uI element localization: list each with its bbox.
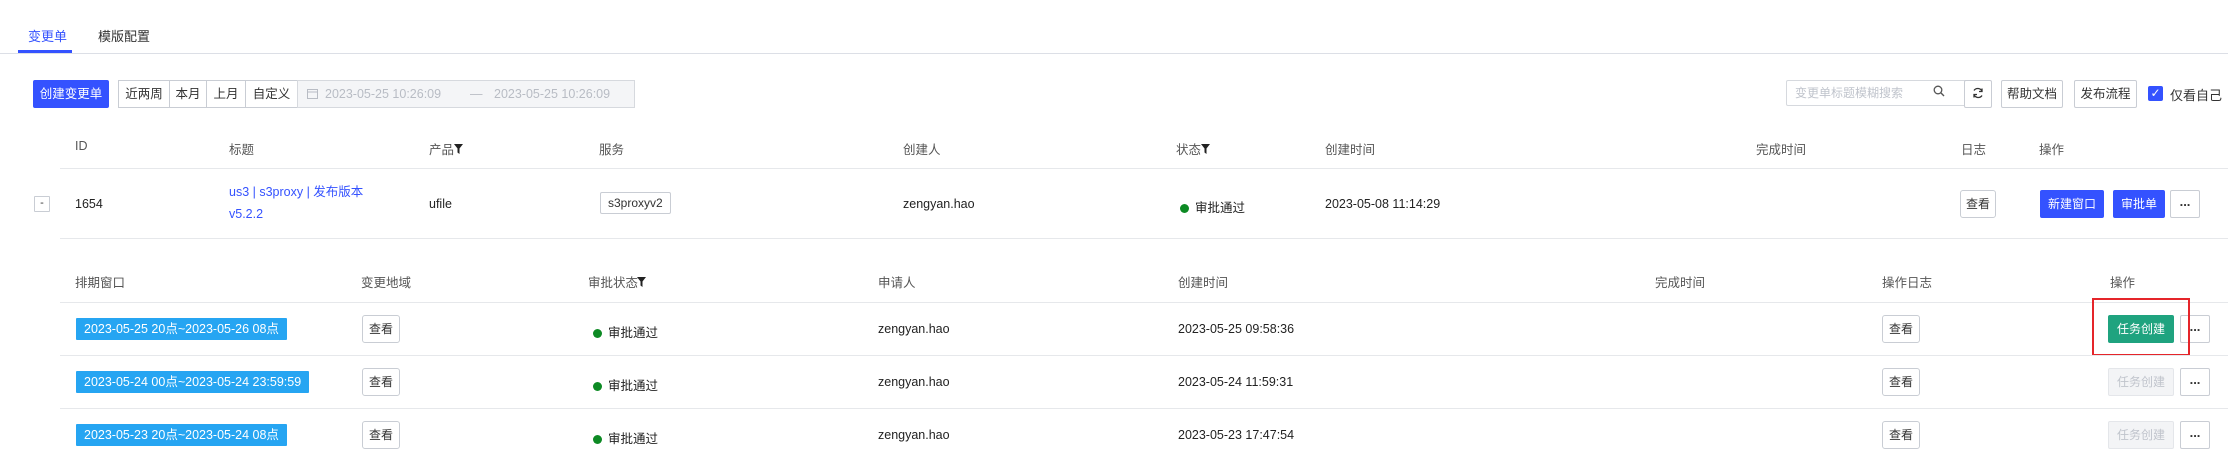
schedule-window-tag: 2023-05-25 20点~2023-05-26 08点 bbox=[76, 318, 287, 340]
active-tab-indicator bbox=[18, 50, 72, 53]
product-filter-icon[interactable] bbox=[454, 142, 463, 157]
col-status: 状态 bbox=[1176, 143, 1202, 157]
order-log-view-button[interactable]: 查看 bbox=[1960, 190, 1996, 218]
date-separator: — bbox=[470, 87, 483, 101]
tab-template-config[interactable]: 模版配置 bbox=[98, 26, 150, 45]
col-service: 服务 bbox=[599, 143, 625, 157]
sub-created-time: 2023-05-24 11:59:31 bbox=[1178, 375, 1294, 389]
highlight-box bbox=[2092, 298, 2190, 356]
order-product: ufile bbox=[429, 197, 452, 211]
col-region: 变更地域 bbox=[361, 276, 412, 290]
order-created-time: 2023-05-08 11:14:29 bbox=[1325, 197, 1441, 211]
approval-status: 审批通过 bbox=[593, 375, 658, 394]
sub-created-time: 2023-05-25 09:58:36 bbox=[1178, 322, 1295, 336]
col-created: 创建时间 bbox=[1325, 143, 1376, 157]
col-sub-finished: 完成时间 bbox=[1655, 276, 1706, 290]
approval-status: 审批通过 bbox=[593, 428, 658, 447]
approval-status-text: 审批通过 bbox=[608, 379, 659, 393]
create-task-button-disabled: 任务创建 bbox=[2108, 368, 2174, 396]
col-applicant: 申请人 bbox=[878, 276, 916, 290]
region-view-button[interactable]: 查看 bbox=[362, 421, 400, 449]
range-last-month-button[interactable]: 上月 bbox=[206, 80, 246, 108]
sub-created-time: 2023-05-23 17:47:54 bbox=[1178, 428, 1295, 442]
order-creator: zengyan.hao bbox=[903, 197, 975, 211]
date-start[interactable]: 2023-05-25 10:26:09 bbox=[325, 81, 441, 107]
sub-header-divider bbox=[60, 302, 2228, 303]
col-id: ID bbox=[75, 139, 88, 153]
sub-more-button[interactable]: ... bbox=[2180, 368, 2210, 396]
approval-filter-icon[interactable] bbox=[637, 275, 646, 290]
applicant: zengyan.hao bbox=[878, 428, 950, 442]
create-change-order-button[interactable]: 创建变更单 bbox=[33, 80, 109, 108]
header-divider bbox=[60, 168, 2228, 169]
col-title: 标题 bbox=[229, 143, 255, 157]
col-creator: 创建人 bbox=[903, 143, 941, 157]
create-task-button-disabled: 任务创建 bbox=[2108, 421, 2174, 449]
only-mine-checkbox[interactable]: ✓ bbox=[2148, 86, 2163, 101]
expand-toggle[interactable]: - bbox=[34, 196, 50, 212]
col-log: 日志 bbox=[1961, 143, 1987, 157]
date-range-picker[interactable]: 2023-05-25 10:26:09 — 2023-05-25 10:26:0… bbox=[297, 80, 635, 108]
only-mine-label: 仅看自己 bbox=[2170, 88, 2223, 103]
order-title-version[interactable]: v5.2.2 bbox=[229, 203, 263, 225]
help-docs-button[interactable]: 帮助文档 bbox=[2001, 80, 2063, 108]
order-title-link[interactable]: us3 | s3proxy | 发布版本 bbox=[229, 181, 363, 203]
approval-form-button[interactable]: 审批单 bbox=[2113, 190, 2165, 218]
col-approval: 审批状态 bbox=[588, 276, 639, 290]
range-two-weeks-button[interactable]: 近两周 bbox=[118, 80, 170, 108]
oplog-view-button[interactable]: 查看 bbox=[1882, 368, 1920, 396]
col-actions: 操作 bbox=[2039, 143, 2065, 157]
approval-status-text: 审批通过 bbox=[608, 326, 659, 340]
refresh-button[interactable] bbox=[1964, 80, 1992, 108]
schedule-window-tag: 2023-05-23 20点~2023-05-24 08点 bbox=[76, 424, 287, 446]
oplog-view-button[interactable]: 查看 bbox=[1882, 421, 1920, 449]
status-dot bbox=[593, 382, 602, 391]
col-window: 排期窗口 bbox=[75, 276, 126, 290]
oplog-view-button[interactable]: 查看 bbox=[1882, 315, 1920, 343]
approval-status-text: 审批通过 bbox=[608, 432, 659, 446]
col-sub-actions: 操作 bbox=[2110, 276, 2136, 290]
calendar-icon bbox=[307, 81, 318, 107]
region-view-button[interactable]: 查看 bbox=[362, 315, 400, 343]
service-tag: s3proxyv2 bbox=[600, 192, 671, 214]
order-status-text: 审批通过 bbox=[1195, 201, 1246, 215]
sub-more-button[interactable]: ... bbox=[2180, 421, 2210, 449]
new-window-button[interactable]: 新建窗口 bbox=[2040, 190, 2104, 218]
order-id: 1654 bbox=[75, 197, 103, 211]
status-dot bbox=[593, 329, 602, 338]
refresh-icon bbox=[1973, 87, 1983, 99]
status-dot bbox=[593, 435, 602, 444]
row-divider bbox=[60, 355, 2228, 356]
schedule-window-tag: 2023-05-24 00点~2023-05-24 23:59:59 bbox=[76, 371, 310, 393]
date-end[interactable]: 2023-05-25 10:26:09 bbox=[494, 81, 610, 107]
applicant: zengyan.hao bbox=[878, 375, 950, 389]
col-product: 产品 bbox=[429, 143, 455, 157]
col-finished: 完成时间 bbox=[1756, 143, 1807, 157]
status-dot bbox=[1180, 204, 1189, 213]
status-filter-icon[interactable] bbox=[1201, 142, 1210, 157]
range-custom-button[interactable]: 自定义 bbox=[245, 80, 298, 108]
col-sub-created: 创建时间 bbox=[1178, 276, 1229, 290]
applicant: zengyan.hao bbox=[878, 322, 950, 336]
order-more-button[interactable]: ... bbox=[2170, 190, 2200, 218]
order-status: 审批通过 bbox=[1180, 197, 1245, 216]
tab-change-orders[interactable]: 变更单 bbox=[28, 26, 67, 45]
row-divider bbox=[60, 238, 2228, 239]
search-icon[interactable] bbox=[1933, 85, 1945, 100]
row-divider bbox=[60, 408, 2228, 409]
title-search-input[interactable]: 变更单标题模糊搜索 bbox=[1786, 80, 1986, 106]
region-view-button[interactable]: 查看 bbox=[362, 368, 400, 396]
release-flow-button[interactable]: 发布流程 bbox=[2074, 80, 2137, 108]
col-oplog: 操作日志 bbox=[1882, 276, 1933, 290]
tab-bar bbox=[0, 0, 2228, 54]
approval-status: 审批通过 bbox=[593, 322, 658, 341]
range-this-month-button[interactable]: 本月 bbox=[169, 80, 207, 108]
